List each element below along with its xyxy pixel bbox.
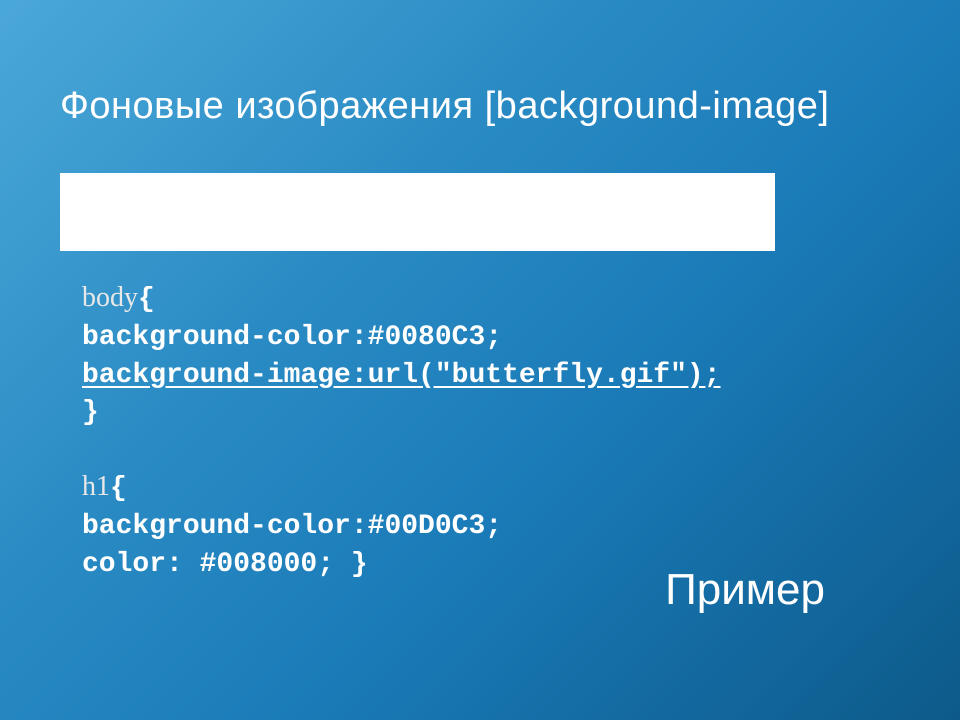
code-brace-close: } [82,394,960,432]
code-block: body{ background-color:#0080C3; backgrou… [0,251,960,584]
code-line-selector-1: body{ [82,279,960,319]
code-line-underlined: background-image:url("butterfly.gif"); [82,357,960,395]
code-line: background-color:#0080C3; [82,319,960,357]
slide-title: Фоновые изображения [background-image] [0,0,960,128]
code-selector: body [82,282,138,313]
example-label: Пример [665,565,825,615]
white-bar [60,173,775,251]
code-selector: h1 [82,471,110,502]
code-line: color: #008000; } [82,546,960,584]
code-line-selector-2: h1{ [82,468,960,508]
code-line: background-color:#00D0C3; [82,508,960,546]
code-brace: { [138,284,155,315]
code-brace: { [110,473,127,504]
code-spacer [82,432,960,468]
